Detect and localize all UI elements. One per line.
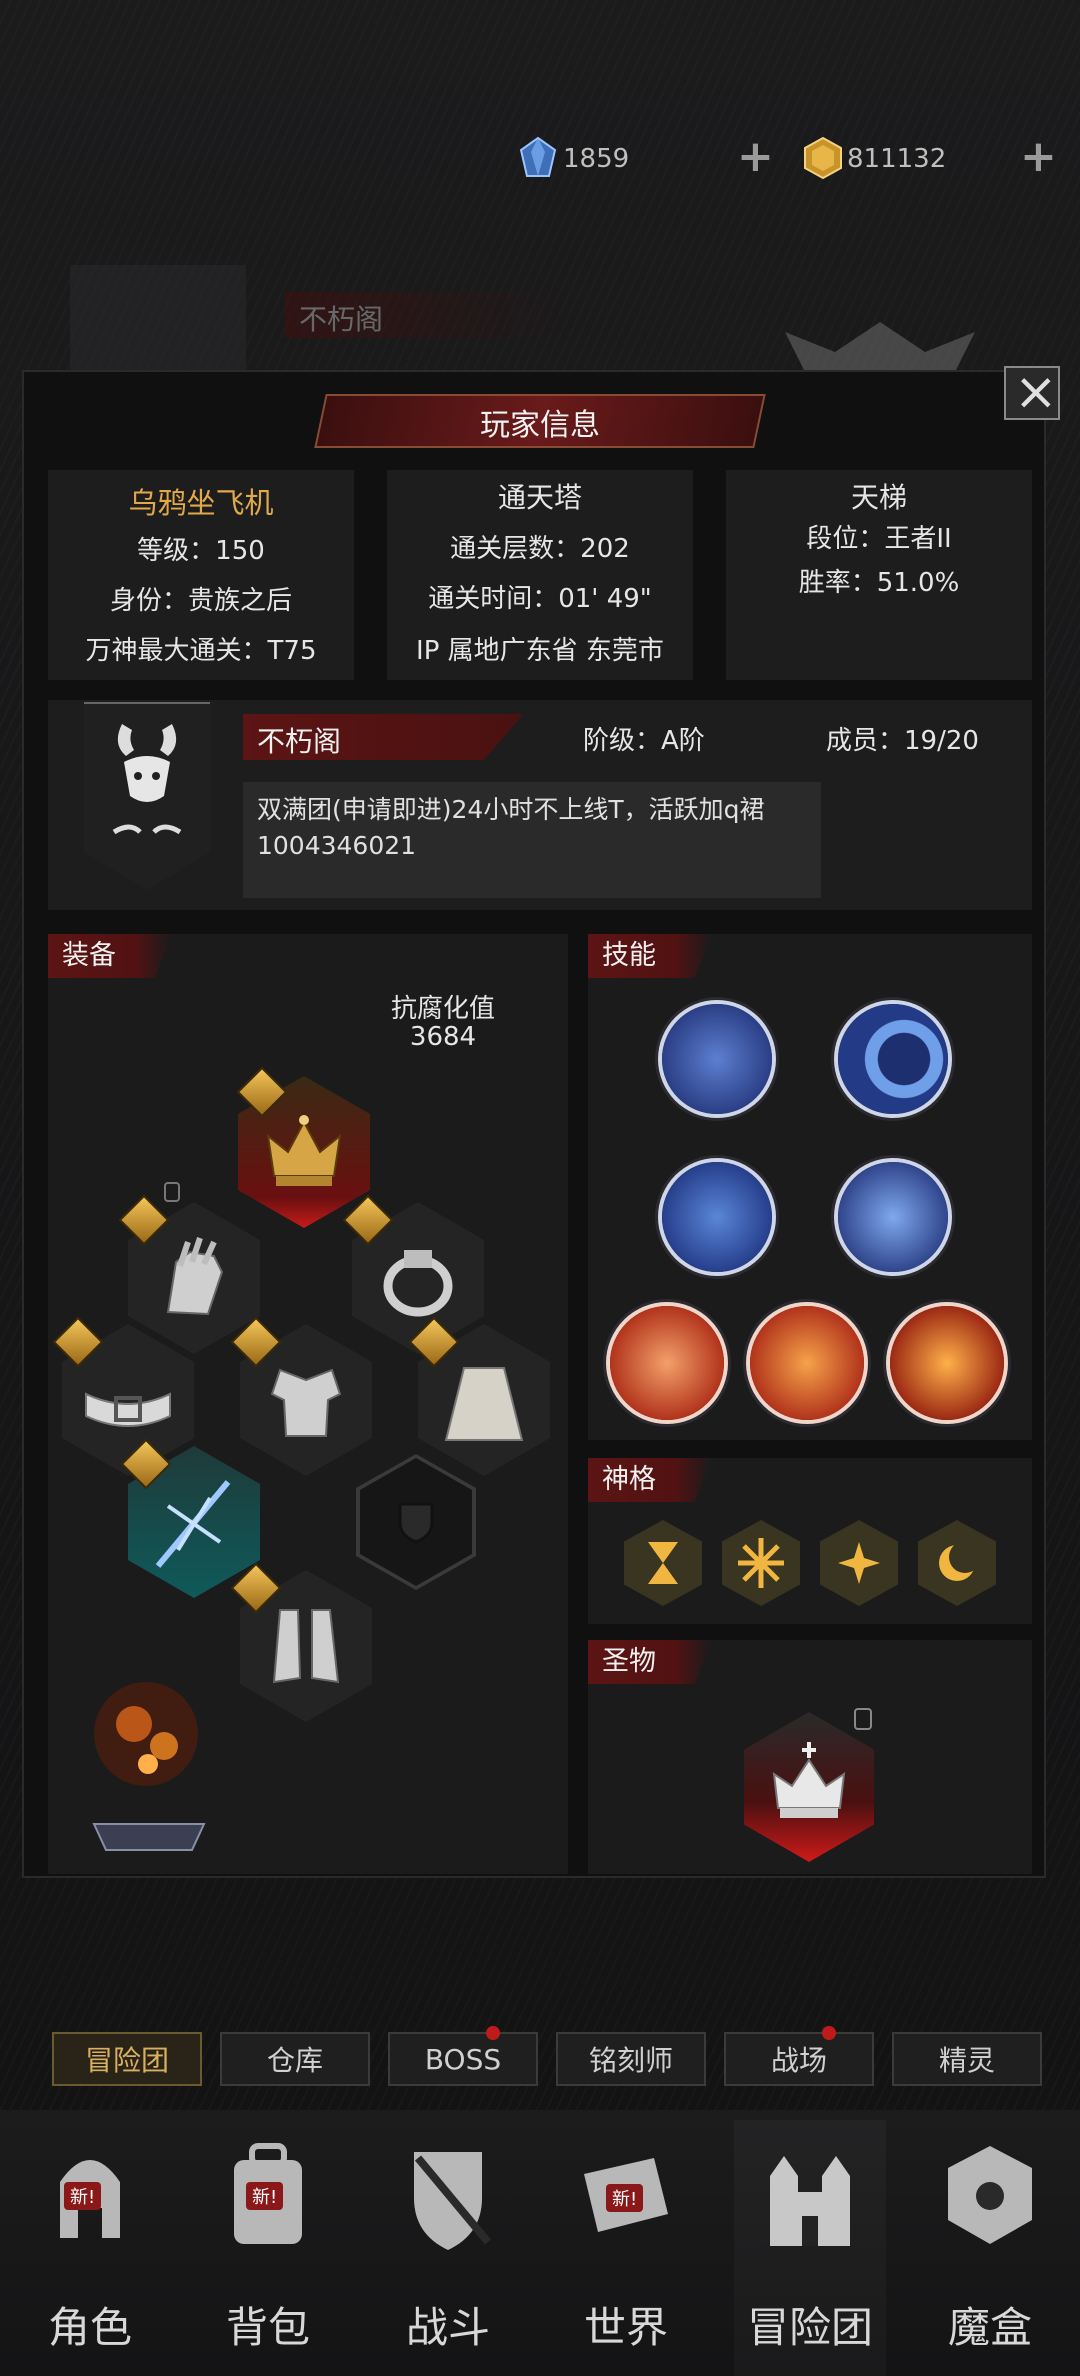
background-guild-name-text: 不朽阁 [299, 303, 384, 336]
battlefield-alert-dot [822, 2026, 836, 2040]
add-gold-button[interactable]: + [1020, 135, 1057, 179]
resist-value: 3684 [409, 1022, 477, 1052]
equip-slot-shield[interactable] [356, 1454, 476, 1590]
castle-icon [770, 2156, 850, 2246]
shield-icon [398, 1502, 434, 1544]
fire-pedestal-icon[interactable] [74, 1654, 224, 1854]
guild-members: 成员：19/20 [826, 726, 979, 756]
bottom-nav [0, 2110, 1080, 2376]
guild-banner [84, 702, 210, 890]
nav-magic-box[interactable]: 魔盒 [920, 2130, 1060, 2370]
shield-spiral-icon[interactable] [610, 1306, 724, 1420]
equipment-panel: 装备 抗腐化值 3684 [48, 934, 568, 1874]
blue-flame-icon[interactable] [662, 1004, 772, 1114]
guild-name-tag: 不朽阁 [243, 714, 523, 760]
tab-adventure-group[interactable]: 冒险团 [52, 2032, 202, 2086]
lock-icon [164, 1182, 180, 1202]
nav-character-label: 角色 [47, 2303, 132, 2352]
gem-icon [519, 136, 557, 180]
moon-icon[interactable] [918, 1520, 996, 1606]
player-identity: 身份：贵族之后 [109, 586, 292, 616]
currency-bar: 1859 + 811132 + [515, 135, 1057, 186]
player-stats-box: 乌鸦坐飞机 等级：150 身份：贵族之后 万神最大通关：T75 [48, 470, 354, 680]
serpent-icon[interactable] [838, 1162, 948, 1272]
relic-panel: 圣物 [588, 1640, 1032, 1874]
player-name: 乌鸦坐飞机 [128, 486, 274, 520]
new-badge-bag: 新! [246, 2182, 284, 2210]
nav-bag-label: 背包 [225, 2303, 310, 2352]
relic-slot[interactable] [744, 1712, 874, 1862]
tower-stats-box: 通天塔 通关层数：202 通关时间：01' 49" IP 属地广东省 东莞市 [387, 470, 693, 680]
nav-magic-box-label: 魔盒 [947, 2303, 1032, 2352]
guild-tier: 阶级：A阶 [583, 726, 705, 756]
sun-moon-icon[interactable] [750, 1306, 864, 1420]
nav-bag[interactable]: 新! 背包 [198, 2130, 338, 2370]
hourglass-icon[interactable] [624, 1520, 702, 1606]
add-gems-button[interactable]: + [737, 135, 774, 179]
starburst-icon[interactable] [722, 1520, 800, 1606]
nav-adventure-group[interactable]: 冒险团 [740, 2130, 880, 2370]
tab-boss[interactable]: BOSS [388, 2032, 538, 2086]
nav-character[interactable]: 新! 角色 [20, 2130, 160, 2370]
tower-time: 通关时间：01' 49" [428, 584, 652, 614]
tab-spirit[interactable]: 精灵 [892, 2032, 1042, 2086]
tab-warehouse[interactable]: 仓库 [220, 2032, 370, 2086]
close-button[interactable]: × [1004, 362, 1060, 422]
relic-lock-icon [854, 1708, 872, 1730]
player-level: 等级：150 [137, 536, 265, 566]
dialog-title: 玩家信息 [480, 408, 600, 443]
new-badge-world: 新! [606, 2184, 644, 2212]
ladder-rank: 段位：王者II [806, 524, 952, 554]
relic-title: 圣物 [588, 1640, 712, 1684]
comet-icon[interactable] [662, 1162, 772, 1272]
tower-title: 通天塔 [497, 481, 582, 514]
sword-shield-icon [414, 2152, 492, 2250]
tab-battlefield[interactable]: 战场 [724, 2032, 874, 2086]
ladder-stats-box: 天梯 段位：王者II 胜率：51.0% [726, 470, 1032, 680]
guild-notice: 双满团(申请即进)24小时不上线T，活跃加q裙1004346021 [257, 795, 765, 860]
sparkle-icon[interactable] [820, 1520, 898, 1606]
skills-title: 技能 [588, 934, 712, 978]
skills-panel: 技能 [588, 934, 1032, 1440]
ladder-winrate: 胜率：51.0% [798, 568, 960, 598]
cube-icon [948, 2146, 1032, 2244]
crescent-moon-icon[interactable] [838, 1004, 948, 1114]
tab-engraver[interactable]: 铭刻师 [556, 2032, 706, 2086]
nav-world-label: 世界 [583, 2303, 668, 2352]
gold-icon [803, 136, 843, 180]
tower-floors: 通关层数：202 [450, 534, 630, 564]
flame-demon-icon[interactable] [890, 1306, 1004, 1420]
background-guild-name: 不朽阁 [285, 292, 570, 338]
close-icon: × [1014, 362, 1058, 422]
divinity-title: 神格 [588, 1458, 712, 1502]
resist-label: 抗腐化值 [390, 994, 495, 1024]
guild-emblem-icon [112, 724, 182, 835]
guild-name: 不朽阁 [257, 725, 342, 758]
new-badge-character: 新! [64, 2182, 102, 2210]
boss-alert-dot [486, 2026, 500, 2040]
gold-count: 811132 [847, 144, 947, 174]
nav-battle-label: 战斗 [405, 2303, 490, 2352]
player-pantheon: 万神最大通关：T75 [85, 636, 317, 666]
guild-notice-box: 双满团(申请即进)24小时不上线T，活跃加q裙1004346021 [243, 782, 821, 898]
gem-count: 1859 [563, 144, 630, 174]
equipment-title: 装备 [48, 934, 172, 978]
nav-world[interactable]: 新! 世界 [556, 2130, 696, 2370]
divinity-panel: 神格 [588, 1458, 1032, 1624]
nav-battle[interactable]: 战斗 [378, 2130, 518, 2370]
guild-box: 不朽阁 阶级：A阶 成员：19/20 双满团(申请即进)24小时不上线T，活跃加… [48, 700, 1032, 910]
nav-adventure-group-label: 冒险团 [746, 2303, 873, 2352]
ip-location: IP 属地广东省 东莞市 [416, 636, 664, 666]
relic-crown-icon [772, 1742, 846, 1818]
ladder-title: 天梯 [850, 481, 907, 514]
